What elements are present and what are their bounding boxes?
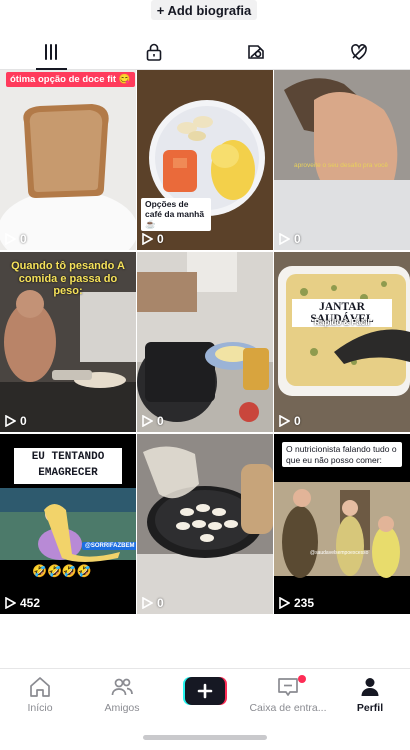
eye-off-icon <box>248 44 265 59</box>
create-button[interactable] <box>183 677 227 705</box>
profile-icon <box>361 678 379 696</box>
video-thumbnail[interactable]: Opções de café da manhã ☕️ 0 <box>137 70 273 250</box>
video-thumbnail[interactable]: 0 <box>137 434 273 614</box>
toast-image <box>0 104 136 250</box>
friends-icon <box>111 678 133 696</box>
view-count-value: 0 <box>157 414 164 428</box>
video-thumbnail[interactable]: O nutricionista falando tudo o que eu nã… <box>274 434 410 614</box>
video-caption: O nutricionista falando tudo o que eu nã… <box>282 442 402 468</box>
nav-home[interactable]: Início <box>0 675 80 714</box>
video-thumbnail[interactable]: EU TENTANDO EMAGRECER @SORRIFAZBEM 🤣🤣🤣🤣 … <box>0 434 136 614</box>
airfryer-image <box>137 252 273 432</box>
video-emojis: 🤣🤣🤣🤣 <box>32 564 92 578</box>
play-icon <box>5 233 16 245</box>
nav-inbox-label: Caixa de entra... <box>249 702 327 714</box>
nav-profile-label: Perfil <box>356 702 384 714</box>
inbox-icon <box>278 678 298 696</box>
video-thumbnail[interactable]: ótima opção de doce fit 😋 0 <box>0 70 136 250</box>
play-icon <box>142 233 153 245</box>
home-indicator <box>143 735 267 740</box>
view-count-value: 0 <box>20 232 27 246</box>
nav-friends-label: Amigos <box>104 702 140 714</box>
view-count-value: 235 <box>294 596 315 610</box>
casserole-image <box>274 252 410 432</box>
nav-profile[interactable]: Perfil <box>330 675 410 714</box>
view-count-value: 0 <box>157 596 164 610</box>
hand-image <box>274 70 410 250</box>
play-icon <box>279 233 290 245</box>
view-count: 0 <box>5 414 27 428</box>
view-count: 452 <box>5 596 40 610</box>
video-thumbnail[interactable]: Quando tô pesando A comida e passa do pe… <box>0 252 136 432</box>
nav-home-label: Início <box>27 702 53 714</box>
view-count-value: 0 <box>157 232 164 246</box>
video-grid: ótima opção de doce fit 😋 0 Opções de ca… <box>0 70 410 614</box>
video-caption: Opções de café da manhã ☕️ <box>141 198 211 232</box>
video-subcaption: @saudavelsempoexcesso <box>310 550 369 556</box>
video-caption: EU TENTANDO EMAGRECER <box>14 448 122 484</box>
nav-inbox[interactable]: Caixa de entra... <box>246 675 330 714</box>
play-icon <box>279 597 290 609</box>
video-caption: ótima opção de doce fit 😋 <box>6 72 135 87</box>
tab-private[interactable] <box>103 34 206 69</box>
play-icon <box>142 415 153 427</box>
profile-tabs <box>0 34 410 70</box>
video-thumbnail[interactable]: JANTAR SAUDÁVEL Rapido & Fácil 0 <box>274 252 410 432</box>
view-count-value: 0 <box>20 414 27 428</box>
create-plus-icon <box>183 677 227 705</box>
tab-reposts[interactable] <box>205 34 308 69</box>
add-bio-button[interactable]: + Add biografia <box>151 0 257 20</box>
view-count: 0 <box>142 596 164 610</box>
view-count: 0 <box>142 232 164 246</box>
view-count-value: 0 <box>294 414 301 428</box>
video-caption: aproveite o seu desafio pra você <box>294 162 388 169</box>
nav-friends[interactable]: Amigos <box>82 675 162 714</box>
video-thumbnail[interactable]: aproveite o seu desafio pra você 0 <box>274 70 410 250</box>
play-icon <box>5 597 16 609</box>
view-count: 0 <box>279 232 301 246</box>
profile-header: + Add biografia <box>0 0 410 24</box>
notification-badge <box>298 675 306 683</box>
home-icon <box>30 677 50 697</box>
tab-liked[interactable] <box>308 34 410 69</box>
video-subcaption: @SORRIFAZBEM <box>82 542 136 550</box>
view-count-value: 452 <box>20 596 41 610</box>
play-icon <box>279 415 290 427</box>
video-subcaption: Rapido & Fácil <box>314 318 370 327</box>
tab-videos[interactable] <box>0 34 103 70</box>
play-icon <box>5 415 16 427</box>
play-icon <box>142 597 153 609</box>
view-count: 0 <box>279 414 301 428</box>
view-count: 0 <box>142 414 164 428</box>
video-thumbnail[interactable]: 0 <box>137 252 273 432</box>
view-count: 235 <box>279 596 314 610</box>
grid-icon <box>45 43 58 60</box>
pancakes-pan-image <box>137 434 273 614</box>
heart-off-icon <box>350 43 367 60</box>
video-caption: Quando tô pesando A comida e passa do pe… <box>11 260 125 298</box>
view-count-value: 0 <box>294 232 301 246</box>
view-count: 0 <box>5 232 27 246</box>
lock-icon <box>146 43 162 61</box>
